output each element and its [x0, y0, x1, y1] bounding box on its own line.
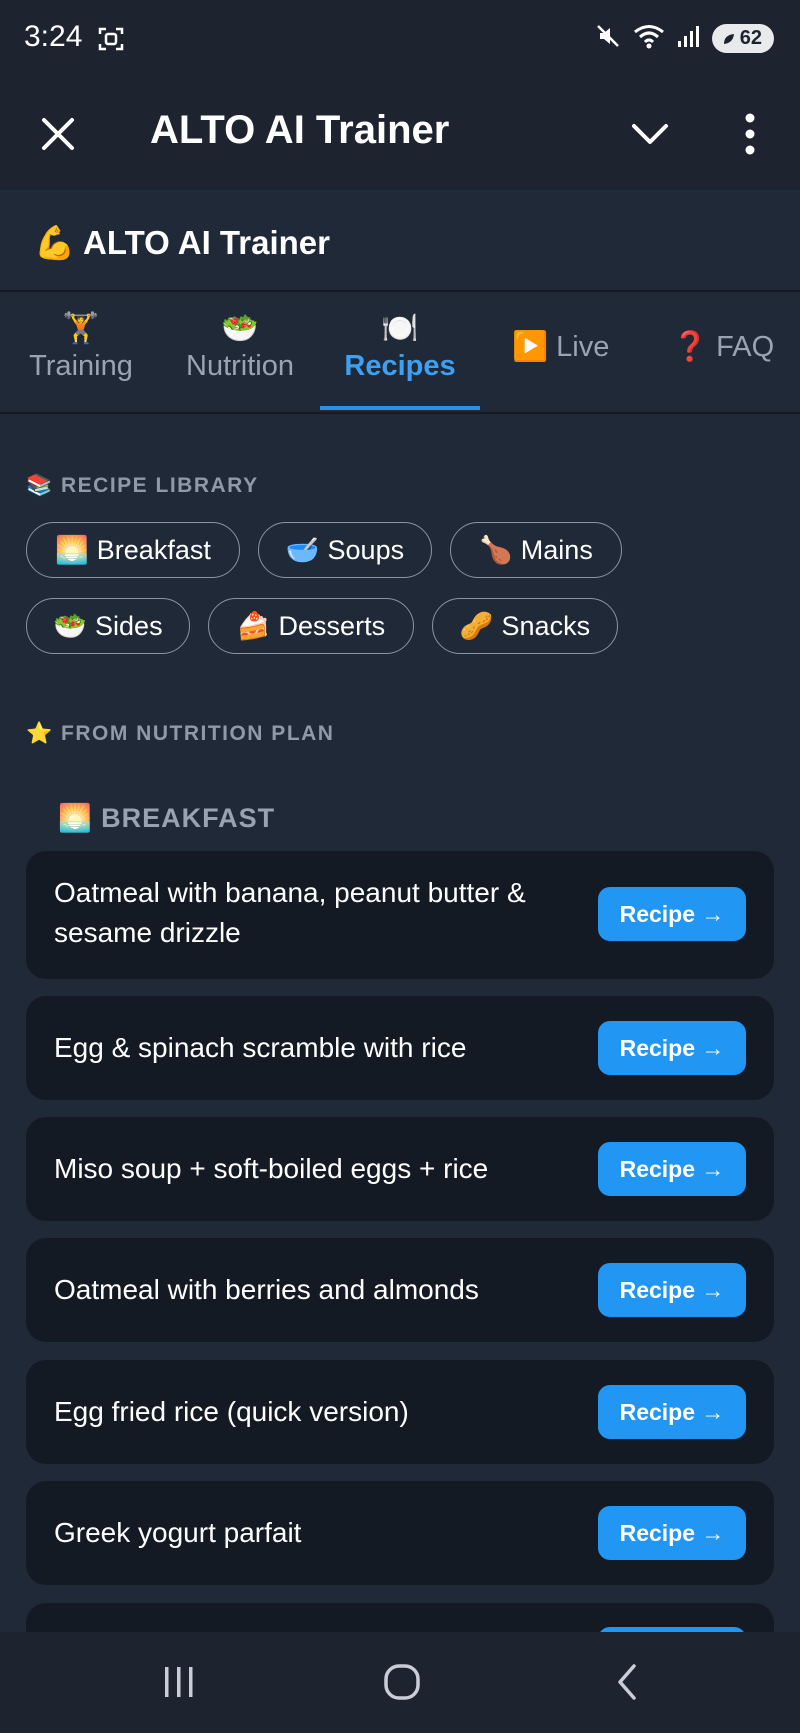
flexed-biceps-icon: 💪: [34, 224, 76, 261]
status-time: 3:24: [24, 20, 83, 53]
tab-faq[interactable]: ❓ FAQ: [672, 330, 774, 364]
tab-live[interactable]: ▶️ Live: [512, 330, 609, 364]
system-nav-bar: [0, 1632, 800, 1733]
recipe-title: Oatmeal with berries and almonds: [54, 1274, 479, 1305]
battery-level: 62: [739, 27, 762, 49]
tab-label: Recipes: [344, 350, 456, 382]
app-title: ALTO AI Trainer: [150, 108, 450, 152]
recipe-card[interactable]: Egg & spinach scramble with rice Recipe …: [26, 996, 774, 1100]
recipe-title: Miso soup + soft-boiled eggs + rice: [54, 1153, 489, 1184]
chip-label: Mains: [520, 534, 593, 565]
chip-label: Sides: [95, 610, 163, 641]
screenshot-icon: [98, 26, 124, 57]
chevron-down-icon[interactable]: [628, 112, 672, 156]
recipe-button[interactable]: Recipe →: [598, 1263, 746, 1317]
status-bar: 3:24 62: [0, 0, 800, 78]
chip-label: Snacks: [501, 610, 591, 641]
chip-label: Breakfast: [96, 534, 211, 565]
tab-nutrition[interactable]: 🥗 Nutrition: [172, 292, 308, 410]
tab-label: Training: [29, 350, 133, 382]
recipe-button[interactable]: Recipe →: [598, 1021, 746, 1075]
tab-label: Live: [556, 331, 610, 363]
recipe-card[interactable]: Egg fried rice (quick version) Recipe →: [26, 1360, 774, 1464]
group-label-text: BREAKFAST: [101, 803, 276, 833]
wifi-icon: [632, 22, 666, 55]
bowl-icon: 🥣: [285, 535, 320, 565]
plate-cutlery-icon: 🍽️: [381, 312, 419, 345]
page-header-label: ALTO AI Trainer: [83, 224, 330, 261]
recipe-title: Oatmeal with banana, peanut butter & ses…: [54, 877, 526, 948]
close-icon[interactable]: [36, 112, 80, 156]
chip-desserts[interactable]: 🍰 Desserts: [208, 598, 414, 654]
salad-icon: 🥗: [53, 611, 88, 641]
peanut-icon: 🥜: [459, 611, 494, 641]
signal-icon: [676, 23, 702, 54]
sunrise-icon: 🌅: [58, 803, 93, 833]
tab-label: FAQ: [716, 331, 775, 363]
battery-icon: 62: [711, 24, 774, 53]
recipe-card[interactable]: Oatmeal with banana, peanut butter & ses…: [26, 851, 774, 979]
recipe-card[interactable]: Oatmeal with berries and almonds Recipe …: [26, 1238, 774, 1342]
recipe-title: Egg fried rice (quick version): [54, 1396, 409, 1427]
back-icon[interactable]: [612, 1662, 642, 1707]
chip-label: Soups: [327, 534, 405, 565]
recipe-button[interactable]: Recipe →: [598, 1506, 746, 1560]
chip-sides[interactable]: 🥗 Sides: [26, 598, 190, 654]
play-button-icon: ▶️: [512, 331, 549, 363]
chip-mains[interactable]: 🍗 Mains: [450, 522, 622, 578]
cake-icon: 🍰: [236, 611, 271, 641]
weightlifter-icon: 🏋️: [62, 312, 100, 345]
drumstick-icon: 🍗: [479, 535, 513, 565]
salad-icon: 🥗: [221, 312, 259, 345]
home-icon[interactable]: [382, 1662, 422, 1707]
recipe-card-partial[interactable]: [26, 1603, 774, 1632]
tab-label: Nutrition: [186, 350, 294, 382]
mute-icon: [594, 22, 622, 55]
recipe-card[interactable]: Greek yogurt parfait Recipe →: [26, 1481, 774, 1585]
active-tab-indicator: [320, 406, 480, 410]
chip-soups[interactable]: 🥣 Soups: [258, 522, 432, 578]
sunrise-icon: 🌅: [55, 535, 89, 565]
star-icon: ⭐: [26, 722, 54, 745]
recipe-library-heading: 📚 RECIPE LIBRARY: [26, 474, 259, 498]
app-bar: ALTO AI Trainer: [0, 78, 800, 190]
section-label-text: FROM NUTRITION PLAN: [61, 722, 335, 745]
recent-apps-icon[interactable]: [160, 1664, 198, 1705]
chip-breakfast[interactable]: 🌅 Breakfast: [26, 522, 240, 578]
tab-training[interactable]: 🏋️ Training: [16, 292, 146, 410]
page-header-title: 💪 ALTO AI Trainer: [34, 224, 330, 263]
recipe-title: Greek yogurt parfait: [54, 1517, 302, 1548]
tab-recipes[interactable]: 🍽️ Recipes: [320, 292, 480, 410]
recipe-button[interactable]: Recipe →: [598, 887, 746, 941]
recipe-title: Egg & spinach scramble with rice: [54, 1032, 467, 1063]
tab-bar: 🏋️ Training 🥗 Nutrition 🍽️ Recipes ▶️ Li…: [0, 292, 800, 414]
page-header: 💪 ALTO AI Trainer: [0, 190, 800, 292]
nutrition-plan-heading: ⭐ FROM NUTRITION PLAN: [26, 722, 334, 746]
chip-label: Desserts: [278, 610, 386, 641]
recipe-card[interactable]: Miso soup + soft-boiled eggs + rice Reci…: [26, 1117, 774, 1221]
recipe-button[interactable]: Recipe →: [598, 1142, 746, 1196]
breakfast-group-heading: 🌅 BREAKFAST: [58, 802, 275, 834]
chip-snacks[interactable]: 🥜 Snacks: [432, 598, 618, 654]
question-mark-icon: ❓: [672, 331, 709, 363]
status-icons: 62: [594, 22, 774, 55]
section-label-text: RECIPE LIBRARY: [61, 474, 259, 497]
recipe-button[interactable]: Recipe →: [598, 1385, 746, 1439]
more-vert-icon[interactable]: [736, 108, 764, 160]
books-icon: 📚: [26, 474, 54, 497]
